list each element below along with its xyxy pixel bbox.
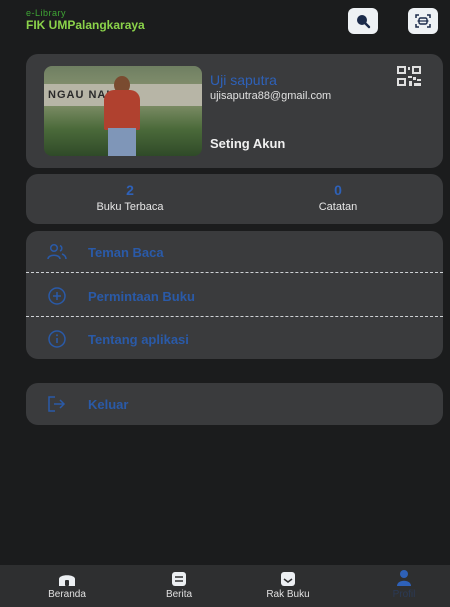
menu-item-label: Teman Baca [88,244,164,260]
nav-item-profile[interactable]: Profil [364,569,444,600]
menu-card: Teman Baca Permintaan Buku Tentang aplik… [26,231,443,359]
search-button[interactable] [348,8,378,34]
user-email: ujisaputra88@gmail.com [210,90,332,102]
users-icon [46,241,68,263]
menu-item-label: Permintaan Buku [88,288,195,304]
app-header: e-Library FIK UMPalangkaraya [0,0,450,44]
scan-icon [415,14,431,28]
plus-circle-icon [46,285,68,307]
profile-icon [364,569,444,587]
nav-label: Beranda [48,589,86,600]
logout-label: Keluar [88,396,129,412]
menu-divider [26,316,443,317]
search-icon [357,15,371,29]
notes-count: 0 [334,182,342,198]
account-settings-link[interactable]: Seting Akun [210,136,285,151]
nav-item-news[interactable]: Berita [139,569,219,600]
nav-item-bookshelf[interactable]: Rak Buku [248,569,328,600]
menu-item-reading-friends[interactable]: Teman Baca [26,231,443,273]
menu-item-about-app[interactable]: Tentang aplikasi [26,318,443,360]
notes-stat[interactable]: 0 Catatan [268,182,408,213]
books-read-stat[interactable]: 2 Buku Terbaca [60,182,200,213]
books-read-label: Buku Terbaca [96,201,164,213]
info-circle-icon [46,328,68,350]
menu-item-label: Tentang aplikasi [88,331,189,347]
books-read-count: 2 [126,182,134,198]
bottom-nav: Beranda Berita Rak Buku Profil [0,565,450,607]
nav-label: Berita [165,589,193,600]
logout-card: Keluar [26,383,443,425]
profile-card: NGAU NAL PA Uji saputra ujisaputra88@gma… [26,54,443,168]
nav-item-home[interactable]: Beranda [27,569,107,600]
logout-icon [46,393,68,415]
stats-card: 2 Buku Terbaca 0 Catatan [26,174,443,224]
logout-button[interactable]: Keluar [26,383,443,425]
news-icon [139,569,219,587]
brand-top-text: e-Library [26,8,67,18]
app-logo: e-Library FIK UMPalangkaraya [26,8,145,32]
profile-photo: NGAU NAL PA [44,66,202,156]
scan-button[interactable] [408,8,438,34]
user-name: Uji saputra [210,72,277,88]
nav-label: Profil [392,589,416,600]
notes-label: Catatan [318,201,358,213]
brand-main-text: FIK UMPalangkaraya [26,18,145,32]
nav-label: Rak Buku [266,589,310,600]
menu-divider [26,272,443,273]
qr-code-icon[interactable] [397,66,421,86]
home-icon [27,569,107,587]
bookshelf-icon [248,569,328,587]
menu-item-book-request[interactable]: Permintaan Buku [26,275,443,317]
